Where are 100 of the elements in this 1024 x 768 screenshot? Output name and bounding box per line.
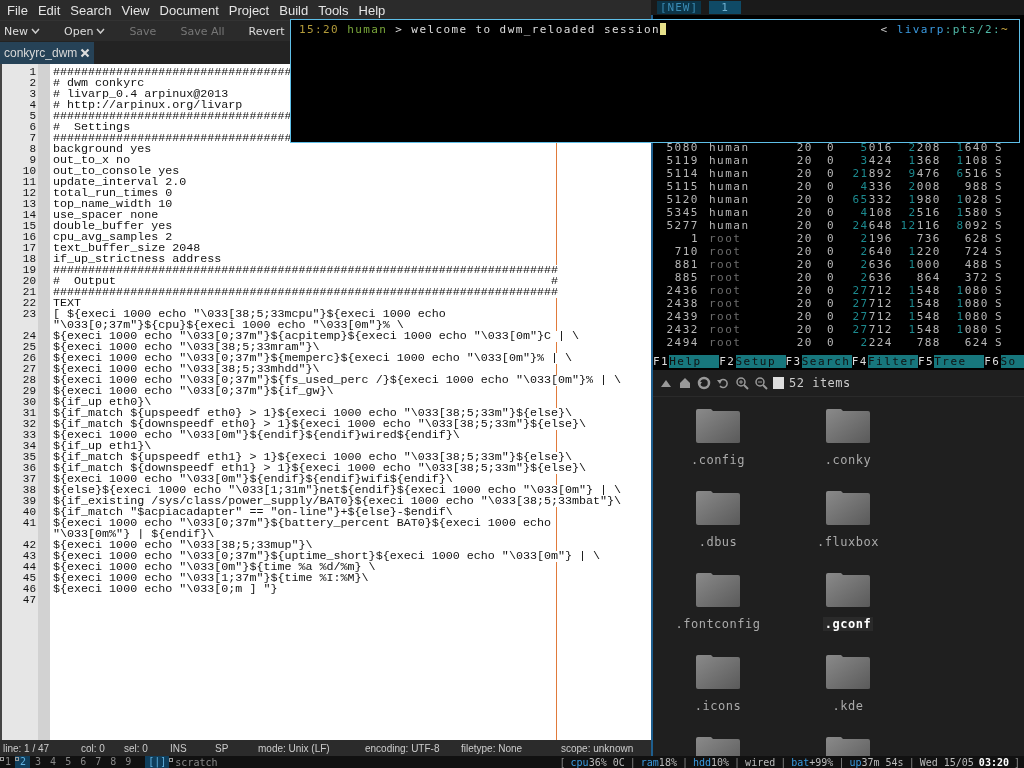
status-value: 10% <box>711 756 730 768</box>
res-cell-text: 1548 <box>907 323 941 336</box>
zoom-out-icon[interactable] <box>754 376 768 390</box>
window-tab[interactable]: 1 <box>709 0 741 14</box>
scratchpad-tag[interactable]: scratch <box>169 756 218 768</box>
function-label[interactable]: Help <box>669 355 720 368</box>
folder-icon[interactable] <box>695 654 741 690</box>
function-key[interactable]: F1 <box>653 355 670 368</box>
folder-name[interactable]: .dbus <box>696 535 740 549</box>
line-number: 37 <box>21 474 37 485</box>
menu-item[interactable]: Help <box>353 2 391 18</box>
user-cell-text: root <box>708 245 743 258</box>
user-cell-text: human <box>708 180 751 193</box>
folder-icon[interactable] <box>825 408 871 444</box>
folder-icon[interactable] <box>695 572 741 608</box>
menu-item[interactable]: Project <box>223 2 275 18</box>
status-text: sel: 0 <box>124 742 148 754</box>
res-cell-text: 1000 <box>907 258 941 271</box>
line-number: 34 <box>21 441 37 452</box>
priority-cell-text: 20 <box>795 219 813 232</box>
tag-button[interactable]: 6 <box>75 756 91 768</box>
pid-cell-text: 2439 <box>665 310 699 323</box>
folder-name[interactable]: .config <box>688 453 748 467</box>
virt-cell-text: 65332 <box>851 193 893 206</box>
home-icon[interactable] <box>678 376 692 390</box>
pid-cell-text: 1 <box>689 232 699 245</box>
status-separator: [ <box>559 756 566 768</box>
nice-cell-text: 0 <box>825 180 835 193</box>
function-label[interactable]: Tree <box>934 355 985 368</box>
folder-icon[interactable] <box>695 490 741 526</box>
line-number: 47 <box>21 595 37 606</box>
nice-cell-text: 0 <box>825 245 835 258</box>
folder-name[interactable]: .fontconfig <box>673 617 763 631</box>
priority-cell-text: 20 <box>795 154 813 167</box>
folder-name[interactable]: .gconf <box>822 617 874 631</box>
tag-button[interactable]: 5 <box>60 756 76 768</box>
folder-icon[interactable] <box>825 654 871 690</box>
layout-indicator[interactable]: [|] <box>145 756 170 768</box>
priority-cell-text: 20 <box>795 310 813 323</box>
res-cell-text: 1980 <box>907 193 941 206</box>
function-key[interactable]: F3 <box>785 355 802 368</box>
tag-button[interactable]: 7 <box>90 756 106 768</box>
line-number: 43 <box>21 551 37 562</box>
caret-icon <box>96 28 106 34</box>
tag-button[interactable]: 1 <box>0 756 16 768</box>
nice-cell-text: 0 <box>825 141 835 154</box>
toolbar-button[interactable]: New <box>2 22 42 40</box>
function-label[interactable]: Search <box>801 355 852 368</box>
virt-cell-text: 24648 <box>851 219 893 232</box>
line-number: 14 <box>21 210 37 221</box>
menu-item[interactable]: Tools <box>313 2 354 18</box>
state-cell-text: S <box>993 193 1003 206</box>
tag-button[interactable]: 9 <box>120 756 136 768</box>
tag-button[interactable]: 2 <box>15 756 31 768</box>
file-tab[interactable]: conkyrc_dwm <box>0 42 95 64</box>
status-text: col: 0 <box>81 742 105 754</box>
folder-name[interactable]: .kde <box>830 699 866 713</box>
reload-icon[interactable] <box>697 376 711 390</box>
user-cell-text: root <box>708 336 743 349</box>
status-separator: | <box>908 756 915 768</box>
prompt-host: livarp <box>896 23 945 36</box>
tag-button[interactable]: 8 <box>105 756 121 768</box>
priority-cell-text: 20 <box>795 167 813 180</box>
folder-name[interactable]: .fluxbox <box>815 535 881 549</box>
shr-cell-text: 6516 <box>955 167 989 180</box>
toolbar-button[interactable]: Revert <box>246 22 287 40</box>
close-icon[interactable] <box>80 48 91 58</box>
menu-item[interactable]: View <box>116 2 155 18</box>
undo-icon[interactable] <box>716 376 730 390</box>
menu-item[interactable]: Search <box>65 2 117 18</box>
folder-icon[interactable] <box>695 408 741 444</box>
line-number: 5 <box>28 111 37 122</box>
menu-item[interactable]: Build <box>274 2 314 18</box>
line-number: 28 <box>21 375 37 386</box>
menu-item[interactable]: File <box>2 2 33 18</box>
folder-name[interactable]: .icons <box>692 699 744 713</box>
menu-item[interactable]: Edit <box>32 2 66 18</box>
folder-name[interactable]: .conky <box>822 453 874 467</box>
tag-button[interactable]: 3 <box>30 756 46 768</box>
tag-button[interactable]: 4 <box>45 756 61 768</box>
state-cell-text: S <box>993 232 1003 245</box>
line-number: 30 <box>21 397 37 408</box>
zoom-in-icon[interactable] <box>735 376 749 390</box>
folder-icon[interactable] <box>825 572 871 608</box>
function-label[interactable]: Setup <box>735 355 786 368</box>
line-number: 38 <box>21 485 37 496</box>
toolbar-button[interactable]: Open <box>62 22 108 40</box>
function-label[interactable]: So <box>1000 355 1024 368</box>
pid-cell-text: 5115 <box>665 180 699 193</box>
function-key[interactable]: F4 <box>851 355 868 368</box>
shr-cell-text: 1640 <box>955 141 989 154</box>
function-key[interactable]: F2 <box>719 355 736 368</box>
folder-icon[interactable] <box>825 490 871 526</box>
function-label[interactable]: Filter <box>868 355 918 368</box>
function-key[interactable]: F6 <box>984 355 1001 368</box>
menu-item[interactable]: Document <box>154 2 224 18</box>
status-label: bat <box>791 756 810 768</box>
state-cell-text: S <box>993 141 1003 154</box>
pid-cell-text: 5114 <box>665 167 699 180</box>
priority-cell-text: 20 <box>795 232 813 245</box>
